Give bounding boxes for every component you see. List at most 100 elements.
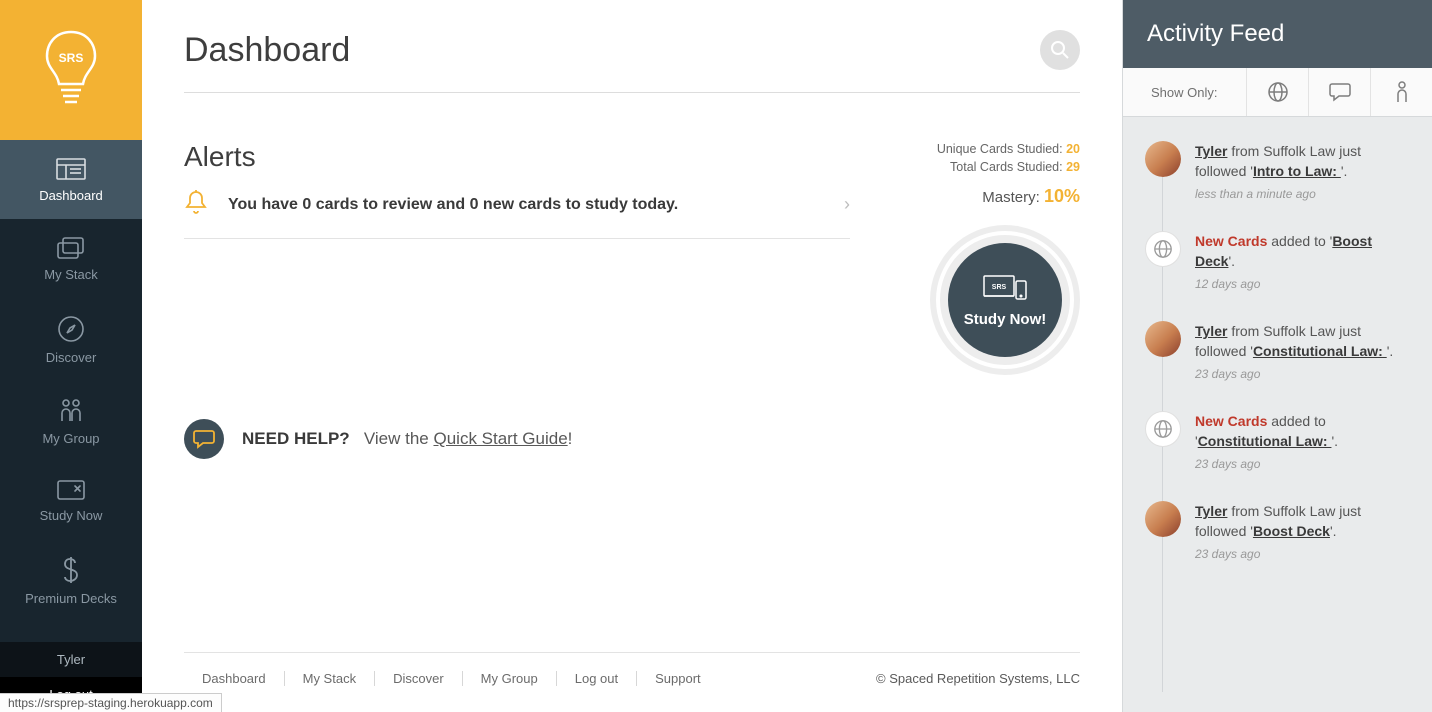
status-bar-url: https://srsprep-staging.herokuapp.com [0,693,222,712]
feed-item: New Cards added to 'Boost Deck'.12 days … [1145,231,1414,293]
globe-icon [1267,81,1289,103]
total-value: 29 [1066,160,1080,174]
footer: Dashboard My Stack Discover My Group Log… [184,652,1080,712]
footer-link[interactable]: Dashboard [184,671,285,686]
search-icon [1050,40,1070,60]
show-only-label: Show Only: [1123,85,1245,100]
footer-links: Dashboard My Stack Discover My Group Log… [184,671,719,686]
alert-text: You have 0 cards to review and 0 new car… [228,196,824,214]
dashboard-icon [56,158,86,180]
nav-label: Study Now [40,508,103,523]
filter-comments[interactable] [1308,68,1370,116]
srs-bulb-icon: SRS [41,26,101,114]
feed-target-link[interactable]: Constitutional Law: [1253,343,1387,359]
feed-target-link[interactable]: Intro to Law: [1253,163,1341,179]
alerts-heading: Alerts [184,141,850,173]
speech-bubble-icon [184,419,224,459]
mastery: Mastery: 10% [910,186,1080,207]
devices-icon: SRS [982,273,1028,303]
footer-link[interactable]: Discover [375,671,463,686]
main-header: Dashboard [184,30,1080,93]
bell-icon [184,189,208,220]
feed-item: Tyler from Suffolk Law just followed 'Co… [1145,321,1414,383]
filter-people[interactable] [1370,68,1432,116]
feed-timestamp: 23 days ago [1195,546,1414,563]
feed-target-link[interactable]: Boost Deck [1253,523,1330,539]
search-button[interactable] [1040,30,1080,70]
help-prompt: View the [364,429,434,448]
feed-timestamp: 23 days ago [1195,456,1414,473]
svg-text:SRS: SRS [59,51,84,65]
feed-filter-bar: Show Only: [1123,68,1432,117]
nav-label: My Group [42,431,99,446]
avatar [1145,141,1181,177]
feed-item-body: Tyler from Suffolk Law just followed 'Bo… [1195,501,1414,563]
nav-label: Dashboard [39,188,103,203]
footer-link[interactable]: Support [637,671,719,686]
new-cards-label: New Cards [1195,233,1267,249]
nav-dashboard[interactable]: Dashboard [0,140,142,219]
filter-globe[interactable] [1246,68,1308,116]
nav-label: My Stack [44,267,97,282]
nav-discover[interactable]: Discover [0,298,142,381]
footer-link[interactable]: Log out [557,671,637,686]
unique-value: 20 [1066,142,1080,156]
footer-link[interactable]: My Stack [285,671,375,686]
nav: Dashboard My Stack Discover My Group [0,140,142,642]
mastery-value: 10% [1044,186,1080,206]
activity-feed: Activity Feed Show Only: Tyler from Suff… [1122,0,1432,712]
feed-user-link[interactable]: Tyler [1195,323,1227,339]
help-text: NEED HELP? View the Quick Start Guide! [242,429,572,449]
globe-icon [1145,231,1181,267]
feed-item-body: Tyler from Suffolk Law just followed 'Co… [1195,321,1414,383]
feed-item: Tyler from Suffolk Law just followed 'Bo… [1145,501,1414,563]
help-row: NEED HELP? View the Quick Start Guide! [184,419,850,459]
new-cards-label: New Cards [1195,413,1267,429]
comment-icon [1329,82,1351,102]
feed-timestamp: 12 days ago [1195,276,1414,293]
copyright: © Spaced Repetition Systems, LLC [876,671,1080,686]
feed-target-link[interactable]: Constitutional Law: [1198,433,1332,449]
feed-user-link[interactable]: Tyler [1195,503,1227,519]
feed-item: Tyler from Suffolk Law just followed 'In… [1145,141,1414,203]
alerts-section: Alerts You have 0 cards to review and 0 … [184,141,850,652]
feed-user-link[interactable]: Tyler [1195,143,1227,159]
unique-label: Unique Cards Studied: [937,142,1063,156]
feed-timestamp: 23 days ago [1195,366,1414,383]
nav-mygroup[interactable]: My Group [0,381,142,462]
mastery-label: Mastery: [982,189,1040,206]
feed-timestamp: less than a minute ago [1195,186,1414,203]
feed-title: Activity Feed [1123,0,1432,68]
dollar-icon [61,557,81,583]
study-now-label: Study Now! [964,311,1047,328]
alert-row[interactable]: You have 0 cards to review and 0 new car… [184,189,850,239]
nav-label: Discover [46,350,97,365]
quick-start-link[interactable]: Quick Start Guide [433,429,567,448]
study-now-button[interactable]: SRS Study Now! [930,225,1080,375]
nav-mystack[interactable]: My Stack [0,219,142,298]
stats-panel: Unique Cards Studied: 20 Total Cards Stu… [910,141,1080,652]
stack-icon [57,237,85,259]
feed-item-body: New Cards added to 'Constitutional Law: … [1195,411,1414,473]
nav-studynow[interactable]: Study Now [0,462,142,539]
help-heading: NEED HELP? [242,429,350,448]
logo[interactable]: SRS [0,0,142,140]
sidebar: SRS Dashboard My Stack Discover [0,0,142,712]
svg-text:SRS: SRS [992,284,1007,291]
feed-item-body: New Cards added to 'Boost Deck'.12 days … [1195,231,1414,293]
total-label: Total Cards Studied: [950,160,1063,174]
feed-item: New Cards added to 'Constitutional Law: … [1145,411,1414,473]
nav-user[interactable]: Tyler [0,642,142,677]
person-icon [1395,81,1409,103]
page-title: Dashboard [184,31,350,70]
nav-label: Premium Decks [25,591,117,606]
nav-premium[interactable]: Premium Decks [0,539,142,622]
footer-link[interactable]: My Group [463,671,557,686]
avatar [1145,501,1181,537]
main: Dashboard Alerts You have 0 cards to rev… [142,0,1122,712]
globe-icon [1145,411,1181,447]
avatar [1145,321,1181,357]
feed-item-body: Tyler from Suffolk Law just followed 'In… [1195,141,1414,203]
chevron-right-icon: › [844,194,850,215]
compass-icon [58,316,84,342]
